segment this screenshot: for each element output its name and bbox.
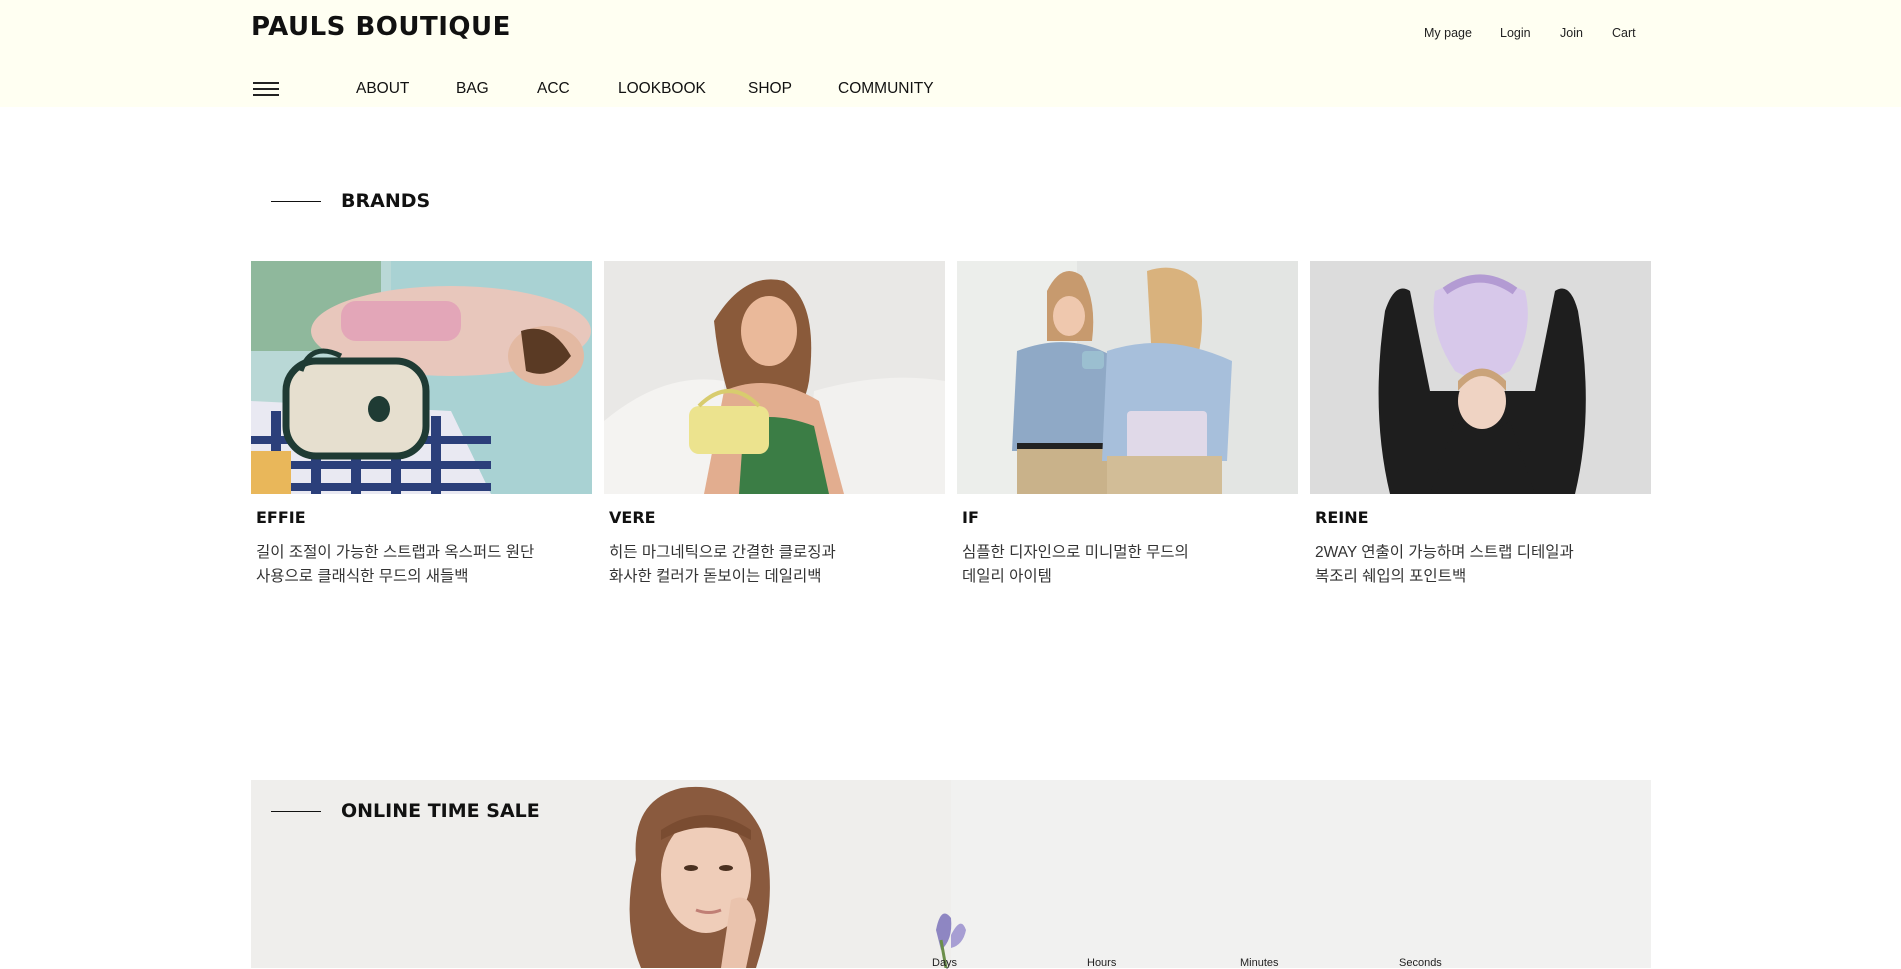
brands-heading: BRANDS	[271, 190, 430, 212]
menu-icon[interactable]	[253, 82, 279, 98]
brand-description: 히든 마그네틱으로 간결한 클로징과 화사한 컬러가 돋보이는 데일리백	[609, 544, 836, 585]
brand-name: VERE	[609, 508, 656, 527]
brand-card-vere[interactable]: VERE 히든 마그네틱으로 간결한 클로징과 화사한 컬러가 돋보이는 데일리…	[604, 261, 945, 589]
brand-card-effie[interactable]: EFFIE 길이 조절이 가능한 스트랩과 옥스퍼드 원단 사용으로 클래식한 …	[251, 261, 592, 589]
brand-description: 길이 조절이 가능한 스트랩과 옥스퍼드 원단 사용으로 클래식한 무드의 새들…	[256, 544, 535, 585]
time-sale-heading: ONLINE TIME SALE	[271, 800, 540, 822]
utility-links: My page Login Join Cart	[0, 26, 1901, 46]
brand-image-if[interactable]	[957, 261, 1298, 494]
countdown-minutes-label: Minutes	[1240, 957, 1279, 969]
brand-name: EFFIE	[256, 508, 306, 527]
brand-image-vere[interactable]	[604, 261, 945, 494]
brand-name: IF	[962, 508, 979, 527]
time-sale-title: ONLINE TIME SALE	[341, 800, 540, 822]
nav-item-shop[interactable]: SHOP	[748, 80, 792, 98]
countdown-days-label: Days	[932, 957, 958, 969]
brand-card-if[interactable]: IF 심플한 디자인으로 미니멀한 무드의 데일리 아이템	[957, 261, 1298, 589]
brand-image-effie[interactable]	[251, 261, 592, 494]
nav-item-community[interactable]: COMMUNITY	[838, 80, 934, 98]
nav-item-lookbook[interactable]: LOOKBOOK	[618, 80, 706, 98]
join-link[interactable]: Join	[1560, 26, 1583, 40]
brands-title: BRANDS	[341, 190, 431, 212]
nav-item-about[interactable]: ABOUT	[356, 80, 409, 98]
countdown-hours-label: Hours	[1087, 957, 1117, 969]
brand-card-reine[interactable]: REINE 2WAY 연출이 가능하며 스트랩 디테일과 복조리 쉐입의 포인트…	[1310, 261, 1651, 589]
login-link[interactable]: Login	[1500, 26, 1531, 40]
mypage-link[interactable]: My page	[1424, 26, 1472, 40]
brand-description: 심플한 디자인으로 미니멀한 무드의 데일리 아이템	[962, 544, 1189, 585]
cart-link[interactable]: Cart	[1612, 26, 1636, 40]
time-sale-banner[interactable]: ONLINE TIME SALE	[251, 780, 1651, 968]
heading-rule	[271, 810, 321, 812]
brand-name: REINE	[1315, 508, 1369, 527]
brand-description: 2WAY 연출이 가능하며 스트랩 디테일과 복조리 쉐입의 포인트백	[1315, 544, 1574, 585]
nav-item-bag[interactable]: BAG	[456, 80, 489, 98]
brand-image-reine[interactable]	[1310, 261, 1651, 494]
heading-rule	[271, 200, 321, 202]
site-header: PAULS BOUTIQUE My page Login Join Cart A…	[0, 0, 1901, 107]
countdown-seconds-label: Seconds	[1399, 957, 1442, 969]
nav-item-acc[interactable]: ACC	[537, 80, 570, 98]
